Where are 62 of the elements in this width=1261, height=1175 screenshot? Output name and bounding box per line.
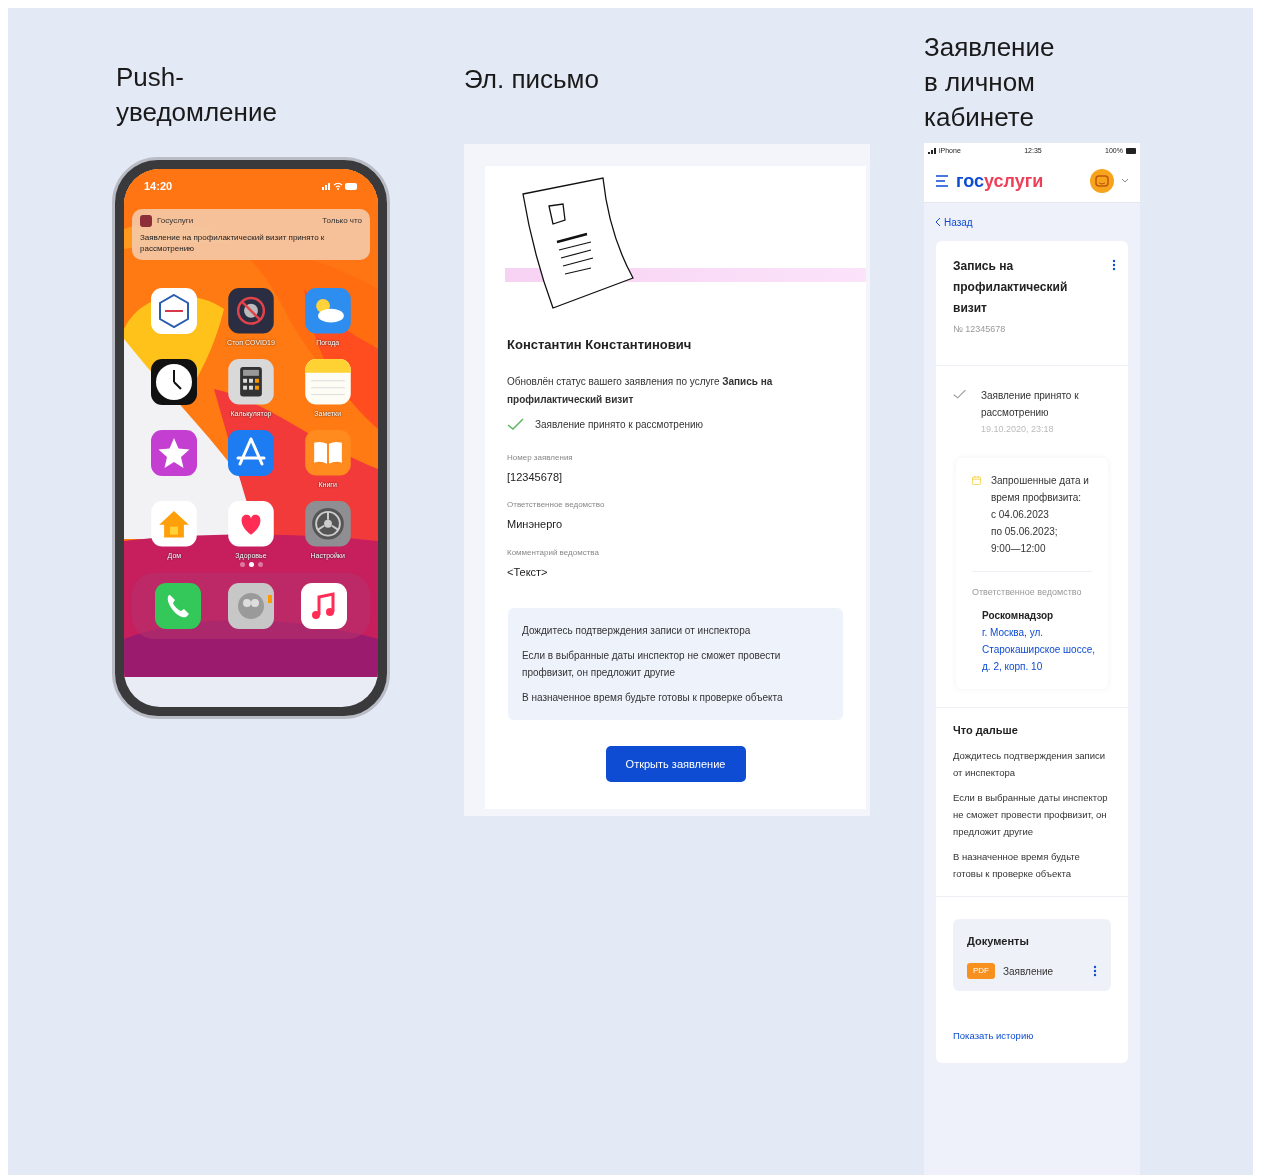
next-step-text: Дождитесь подтверждения записи от инспектора [953, 748, 1107, 780]
next-step-text: Если в выбранные даты инспектор не сможет провести профвизит, он предложит другие [953, 790, 1109, 839]
check-icon [507, 417, 525, 431]
history-date: 19.10.2020, 23:18 [980, 422, 1055, 436]
house-icon[interactable] [151, 501, 198, 547]
gear-icon[interactable] [304, 501, 351, 547]
logo: госуслуги [956, 171, 1045, 190]
file-type-badge: PDF [967, 963, 995, 979]
more-icon[interactable] [1112, 259, 1116, 271]
section-heading: Заявление в личном кабинете [924, 31, 1056, 134]
open-application-button[interactable]: Открыть заявление [605, 746, 746, 782]
service-title: Запись на профилактический визит [953, 258, 1069, 317]
more-icon[interactable] [1093, 965, 1097, 977]
menu-icon[interactable] [936, 174, 948, 187]
agency-label: Ответственное ведомство [972, 586, 1082, 599]
phone-icon[interactable] [155, 583, 202, 629]
field-value: <Текст> [507, 564, 549, 580]
book-icon[interactable] [304, 430, 351, 476]
document-link[interactable]: Заявление [1003, 963, 1085, 979]
field-value: Минэнерго [507, 517, 564, 532]
notification-app: Госуслуги [157, 215, 195, 227]
info-text: Если в выбранные даты инспектор не сможет провести профвизит, он предложит другие [522, 649, 782, 680]
notes-icon[interactable] [304, 359, 351, 405]
field-label: Ответственное ведомство [507, 499, 606, 511]
info-text: Дождитесь подтверждения записи от инспектора [522, 624, 752, 638]
clock-icon[interactable] [151, 359, 198, 405]
letter-a-icon[interactable] [228, 430, 274, 476]
application-number: № 12345678 [953, 323, 1007, 336]
calculator-icon[interactable] [228, 359, 274, 405]
avatar-icon[interactable] [1090, 168, 1114, 193]
agency-name: Роскомнадзор [982, 609, 1055, 623]
weather-icon[interactable] [304, 288, 351, 334]
section-heading: Эл. письмо [464, 63, 600, 96]
documents-title: Документы [967, 933, 1030, 949]
notification-text: Заявление на профилактический визит принято к рассмотрению [140, 232, 326, 254]
next-step-text: В назначенное время будьте готовы к проверке объекта [953, 849, 1081, 881]
section-heading: Push-уведомление [116, 61, 278, 129]
status-time: 14:20 [144, 178, 173, 194]
back-link[interactable]: Назад [924, 203, 1140, 241]
music-note-icon[interactable] [300, 583, 347, 629]
notification-card[interactable]: Госуслуги Только что Заявление на профилактический визит принято к рассмотрению [132, 209, 370, 260]
field-value: [12345678] [507, 469, 564, 485]
status-icons-icon [322, 181, 358, 191]
notification-time: Только что [322, 215, 362, 227]
app-badge-icon [140, 215, 152, 227]
battery-icon [1126, 148, 1136, 154]
chevron-left-icon [936, 218, 941, 226]
show-history-link[interactable]: Показать историю [953, 1029, 1111, 1044]
field-label: Номер заявления [507, 451, 574, 464]
greeting: Константин Константинович [507, 336, 693, 354]
status-text: Заявление принято к рассмотрению [535, 417, 704, 432]
intro-text: Обновлён статус вашего заявления по услуге Запись на профилактический визит [507, 374, 774, 407]
contacts-icon[interactable] [228, 583, 274, 629]
section-title: Что дальше [953, 723, 1019, 738]
signal-icon [928, 148, 936, 154]
virus-icon[interactable] [228, 288, 274, 334]
field-label: Комментарий ведомства [507, 546, 600, 559]
info-text: В назначенное время будьте готовы к проверке объекта [522, 691, 784, 705]
requested-dates: Запрошенные дата и время профвизита: с 04.06.2023 по 05.06.2023; 9:00—12:00 [991, 474, 1090, 556]
history-text: Заявление принято к рассмотрению [980, 388, 1080, 420]
agency-address-link[interactable]: г. Москва, ул. Старокаширское шоссе, д. 2, корп. 10 [982, 624, 1097, 675]
chevron-down-icon[interactable] [1122, 178, 1128, 183]
